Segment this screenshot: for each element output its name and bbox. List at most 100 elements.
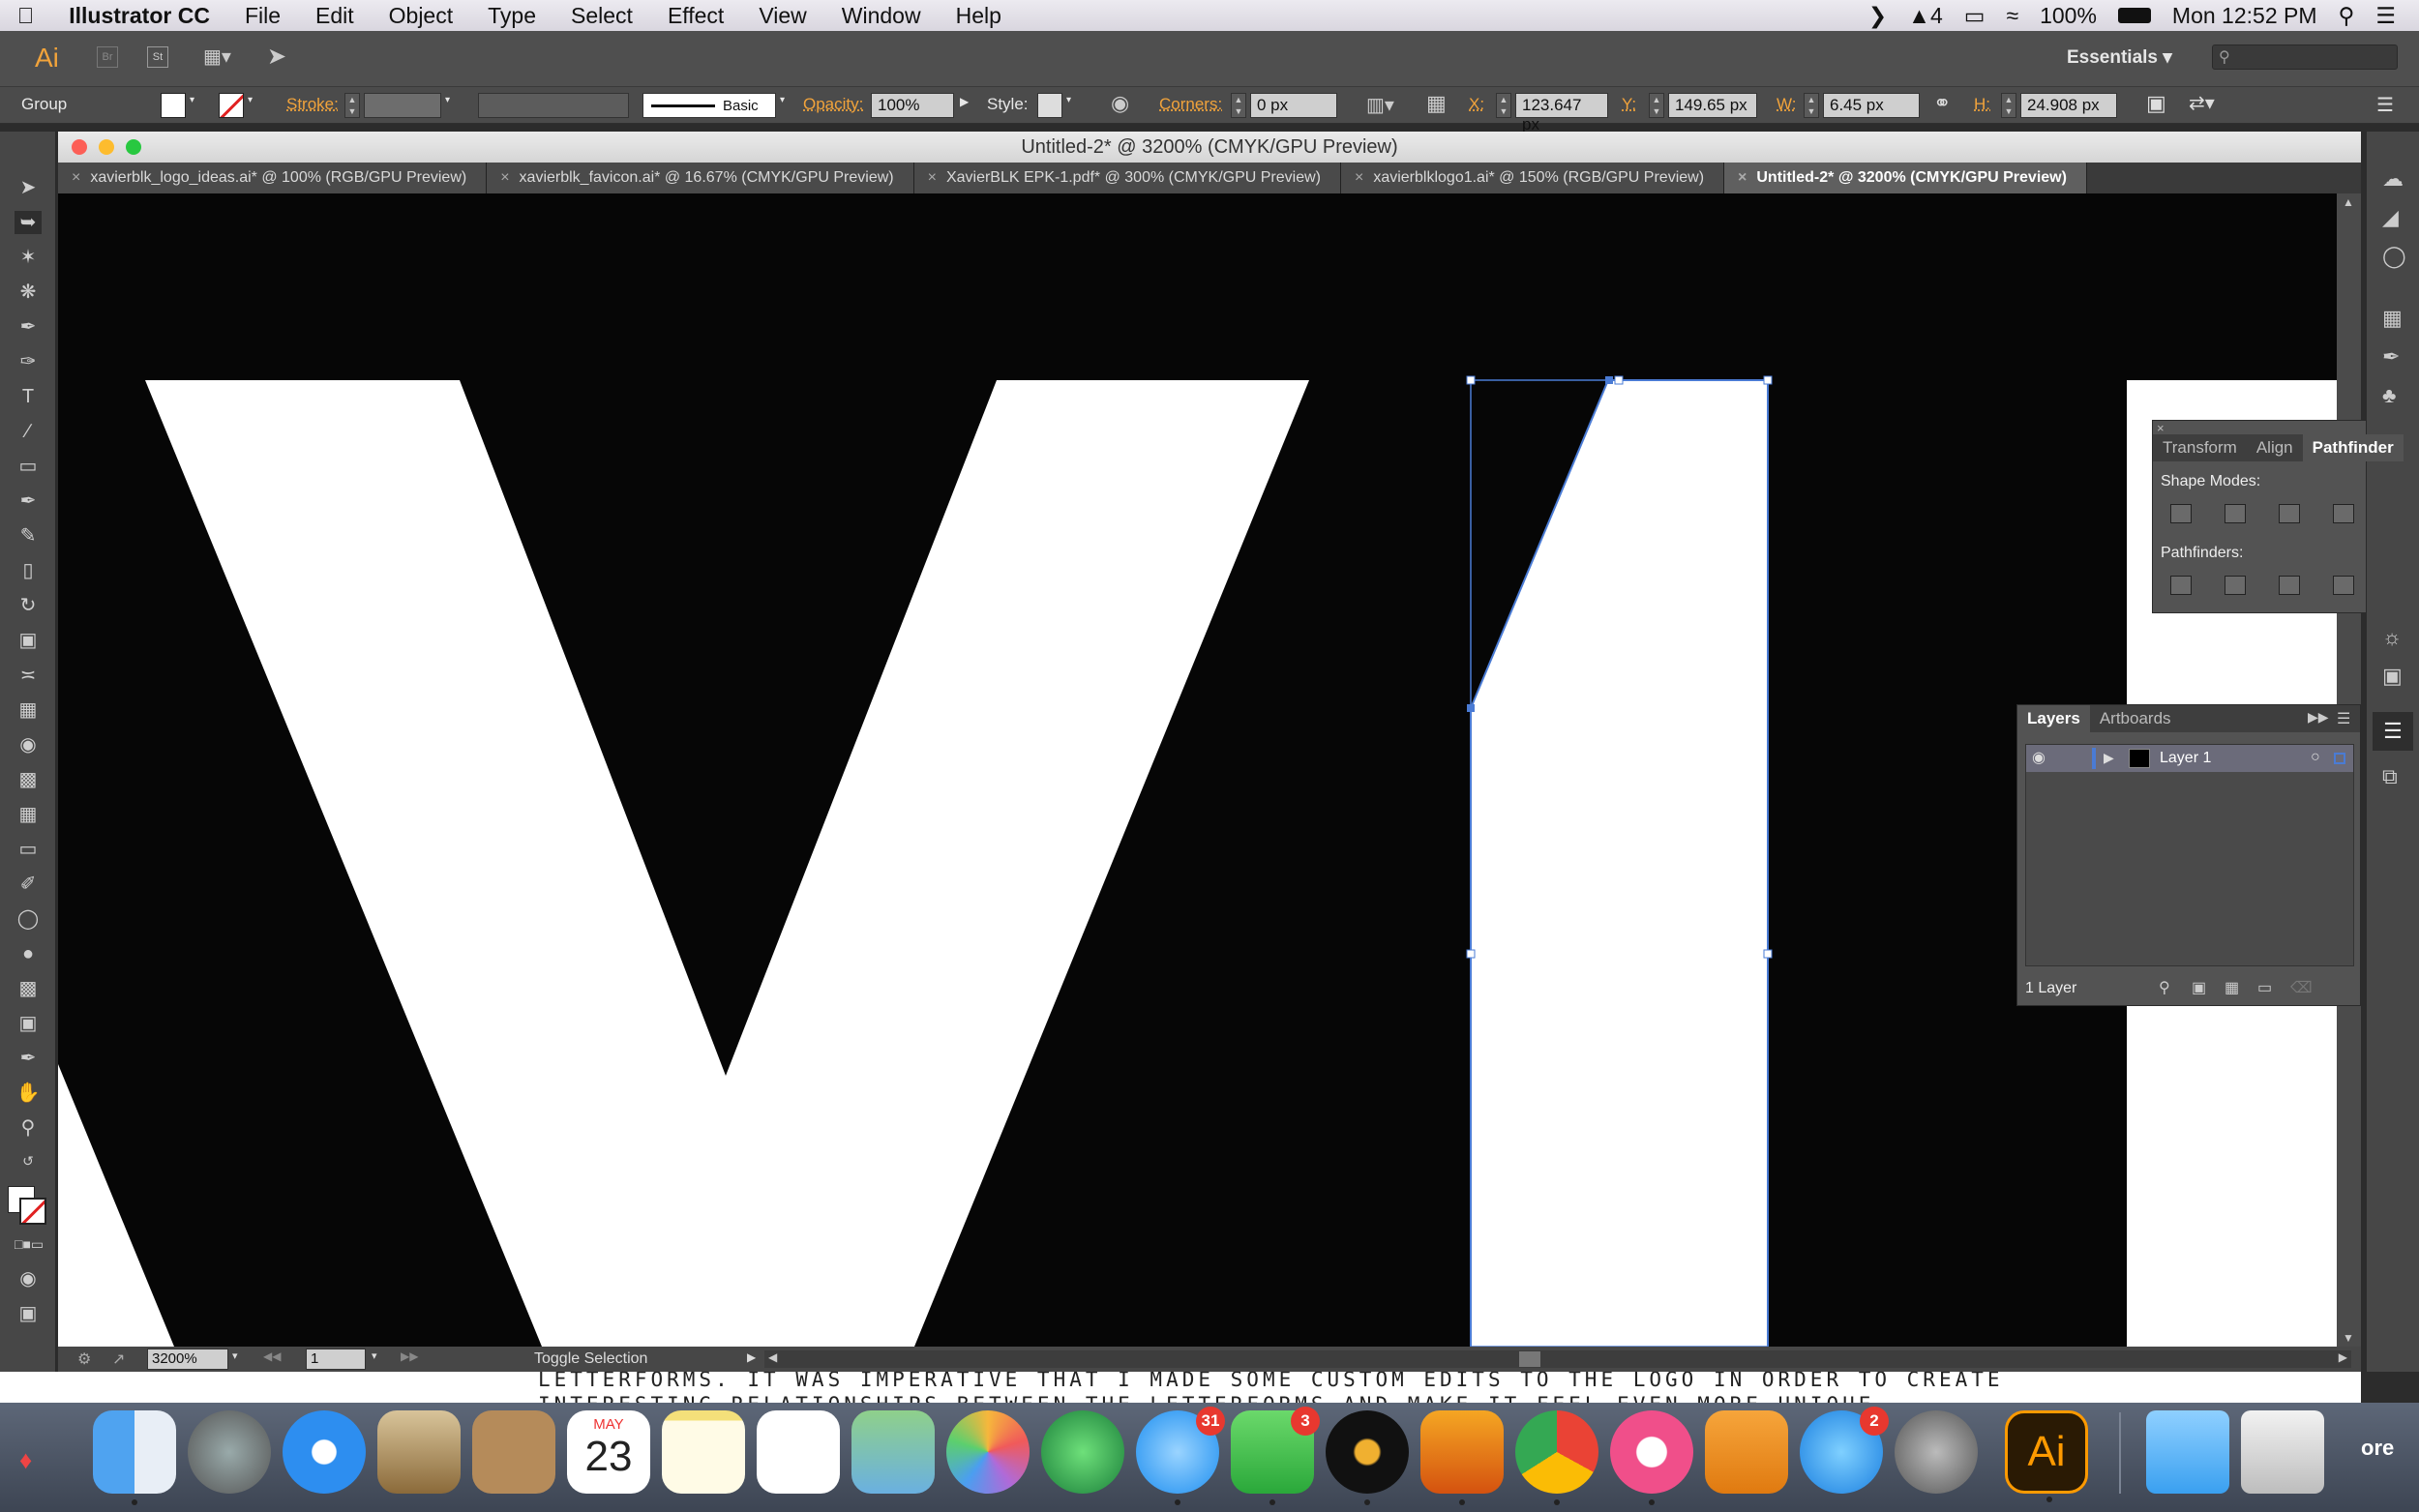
tab-align[interactable]: Align [2247,434,2303,461]
close-panel-icon[interactable]: × [2157,421,2165,435]
menu-select[interactable]: Select [553,3,650,29]
scroll-left-icon[interactable]: ◀ [768,1350,777,1364]
tab-layers[interactable]: Layers [2017,705,2090,732]
brushes-icon[interactable]: ✒ [2382,344,2400,370]
photos-icon[interactable] [946,1410,1030,1494]
stroke-color-box[interactable] [19,1198,46,1225]
menu-object[interactable]: Object [372,3,470,29]
y-field[interactable]: 149.65 px [1668,93,1757,118]
mesh-tool-icon[interactable]: ▦ [15,803,42,826]
maps-icon[interactable] [851,1410,935,1494]
system-preferences-icon[interactable] [1895,1410,1978,1494]
minimize-window-button[interactable] [99,139,114,155]
make-clipping-mask-icon[interactable]: ▣ [2192,978,2206,997]
scroll-down-icon[interactable]: ▼ [2343,1331,2354,1345]
color-mode-icons[interactable]: □■▭ [15,1232,44,1256]
menu-file[interactable]: File [227,3,298,29]
control-panel-menu-icon[interactable]: ☰ [2376,93,2394,117]
divide-button[interactable] [2170,576,2192,595]
launchpad-icon[interactable] [188,1410,271,1494]
bbox-handle[interactable] [1763,949,1773,959]
menu-effect[interactable]: Effect [650,3,741,29]
arrange-documents-icon[interactable]: ▦▾ [203,44,242,68]
next-artboard-icon[interactable]: ▶▶ [401,1349,418,1363]
scale-tool-icon[interactable]: ▣ [15,629,42,652]
graph-tool-icon[interactable]: ▩ [15,977,42,1000]
sims-icon[interactable] [1041,1410,1124,1494]
stroke-dropdown-icon[interactable]: ▾ [248,95,253,105]
trash-icon[interactable] [2241,1410,2324,1494]
locate-object-icon[interactable]: ⚲ [2159,978,2170,997]
layer-name[interactable]: Layer 1 [2160,750,2211,767]
fill-dropdown-icon[interactable]: ▾ [190,95,194,105]
opacity-field[interactable]: 100% [871,93,954,118]
eraser-icon[interactable]: ▯ [15,559,42,582]
trim-button[interactable] [2225,576,2246,595]
crop-button[interactable] [2333,576,2354,595]
fill-swatch[interactable] [161,93,186,118]
color-guide-icon[interactable]: ◢ [2382,205,2399,230]
reference-point-icon[interactable]: ▦ [1426,91,1447,116]
line-tool-icon[interactable]: ∕ [15,420,42,443]
gpu-icon[interactable]: ⚙ [77,1349,91,1369]
stroke-weight-dropdown-icon[interactable]: ▾ [445,95,450,105]
doc-tab[interactable]: × xavierblk_favicon.ai* @ 16.67% (CMYK/GP… [487,163,914,193]
x-stepper[interactable]: ▲ ▼ [1496,93,1511,118]
transform-icon[interactable]: ▣ [2146,91,2166,116]
rectangle-tool-icon[interactable]: ▭ [15,455,42,478]
bbox-handle[interactable] [1614,375,1624,385]
type-tool-icon[interactable]: T [15,385,42,408]
first-artboard-icon[interactable]: ◀◀ [263,1349,281,1363]
artboard-canvas[interactable] [58,193,2337,1347]
status-text[interactable]: Toggle Selection [534,1350,647,1368]
itunes-icon[interactable] [1610,1410,1693,1505]
visibility-eye-icon[interactable]: ◉ [2032,748,2046,767]
delete-layer-icon[interactable]: ⌫ [2290,978,2313,997]
music-player-icon[interactable] [1326,1410,1409,1505]
magic-wand-icon[interactable]: ✶ [15,246,42,269]
perspective-grid-icon[interactable]: ▩ [15,768,42,791]
layers-panel-icon[interactable]: ☰ [2373,712,2413,751]
symbol-sprayer-icon[interactable]: ● [15,942,42,965]
anchor-point[interactable] [1467,704,1475,712]
share-icon[interactable]: ↗ [112,1349,125,1369]
app-menu[interactable]: Illustrator CC [51,3,227,29]
collapse-panel-icon[interactable]: ▶▶ [2308,709,2329,726]
corners-label[interactable]: Corners: [1159,95,1222,114]
bbox-handle[interactable] [1763,375,1773,385]
x-field[interactable]: 123.647 px [1515,93,1608,133]
gradient-tool-icon[interactable]: ▭ [15,838,42,861]
airplay-icon[interactable]: ▭ [1964,3,1986,29]
stroke-panel-icon[interactable]: ☼ [2382,625,2402,650]
variable-width-profile[interactable] [478,93,629,118]
bridge-button[interactable]: Br [97,46,118,68]
contacts-icon[interactable] [472,1410,555,1494]
symbols-icon[interactable]: ♣ [2382,383,2396,408]
align-to-selection-icon[interactable]: ▥▾ [1366,93,1394,117]
close-tab-icon[interactable]: × [1355,169,1363,186]
recolor-artwork-icon[interactable]: ◉ [1111,91,1129,116]
h-label[interactable]: H: [1974,95,1990,114]
new-sublayer-icon[interactable]: ▦ [2225,978,2239,997]
tab-artboards[interactable]: Artboards [2090,705,2181,732]
close-window-button[interactable] [72,139,87,155]
menu-edit[interactable]: Edit [298,3,372,29]
stroke-weight-field[interactable] [364,93,441,118]
h-field[interactable]: 24.908 px [2020,93,2117,118]
bbox-handle[interactable] [1466,375,1476,385]
zoom-window-button[interactable] [126,139,141,155]
stock-button[interactable]: St [147,46,168,68]
eyedropper-icon[interactable]: ✐ [15,873,42,896]
safari-icon[interactable] [283,1410,366,1494]
status-menu-arrow-icon[interactable]: ▶ [747,1350,756,1364]
graphic-style-swatch[interactable] [1037,93,1062,118]
ibooks-icon[interactable] [1705,1410,1788,1494]
messages-icon[interactable]: 31 [1136,1407,1225,1505]
corners-stepper[interactable]: ▲ ▼ [1231,93,1246,118]
curvature-icon[interactable]: ✒ [15,315,42,339]
artboards-panel-icon[interactable]: ⧉ [2382,764,2398,789]
constrain-proportions-icon[interactable]: ⚭ [1933,91,1951,116]
reminders-icon[interactable] [757,1410,840,1494]
tab-pathfinder[interactable]: Pathfinder [2302,434,2404,461]
stroke-swatch[interactable] [219,93,244,118]
